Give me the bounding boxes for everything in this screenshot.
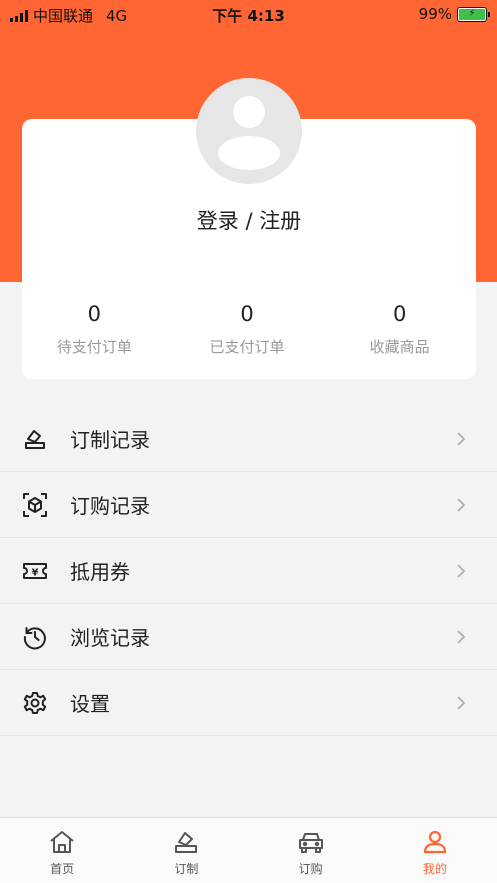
stat-value: 0: [240, 302, 254, 326]
menu-item-browse-history[interactable]: 浏览记录: [0, 604, 497, 670]
chevron-right-icon: [457, 696, 466, 710]
order-stats: 0 待支付订单 0 已支付订单 0 收藏商品: [22, 302, 476, 357]
bottom-tab-bar: 首页 订制 订购 我的: [0, 817, 497, 883]
battery-percent: 99%: [418, 5, 452, 23]
tab-label: 订制: [174, 862, 199, 876]
menu-item-custom-records[interactable]: 订制记录: [0, 406, 497, 472]
stat-pending-orders[interactable]: 0 待支付订单: [18, 302, 171, 357]
menu-item-label: 浏览记录: [70, 626, 150, 650]
menu-item-label: 订制记录: [70, 428, 150, 452]
home-icon: [50, 831, 74, 853]
svg-text:¥: ¥: [32, 567, 39, 578]
chevron-right-icon: [457, 564, 466, 578]
menu-item-coupons[interactable]: ¥ 抵用券: [0, 538, 497, 604]
avatar[interactable]: [196, 78, 302, 184]
person-icon: [423, 830, 446, 854]
tab-purchase[interactable]: 订购: [249, 818, 373, 883]
tab-label: 我的: [422, 862, 447, 876]
stat-favorites[interactable]: 0 收藏商品: [323, 302, 476, 357]
box-icon: [22, 492, 48, 518]
menu-item-label: 设置: [70, 692, 110, 716]
tab-mine[interactable]: 我的: [373, 818, 497, 883]
stat-value: 0: [87, 302, 102, 326]
menu-item-settings[interactable]: 设置: [0, 670, 497, 736]
stat-label: 待支付订单: [56, 338, 132, 356]
menu-item-label: 抵用券: [70, 560, 130, 584]
status-bar: 中国联通 4G 下午 4:13 99% ⚡: [0, 0, 497, 28]
chevron-right-icon: [457, 498, 466, 512]
car-icon: [298, 833, 323, 853]
stat-label: 收藏商品: [369, 338, 430, 356]
customize-icon: [22, 426, 48, 452]
tab-home[interactable]: 首页: [0, 818, 124, 883]
stat-paid-orders[interactable]: 0 已支付订单: [171, 302, 324, 357]
stat-label: 已支付订单: [209, 338, 285, 356]
gear-icon: [22, 690, 48, 716]
coupon-icon: ¥: [22, 558, 48, 584]
menu-item-purchase-records[interactable]: 订购记录: [0, 472, 497, 538]
tab-customize[interactable]: 订制: [124, 818, 248, 883]
tab-label: 订购: [298, 862, 323, 876]
chevron-right-icon: [457, 432, 466, 446]
stat-value: 0: [392, 302, 407, 326]
customize-icon: [175, 832, 198, 853]
tab-label: 首页: [50, 862, 75, 876]
chevron-right-icon: [457, 630, 466, 644]
login-register-link[interactable]: 登录 / 注册: [22, 205, 476, 235]
history-icon: [22, 624, 48, 650]
menu-item-label: 订购记录: [70, 494, 150, 518]
menu-list: 订制记录 订购记录 ¥ 抵用券 浏览记录 设置: [0, 406, 497, 736]
battery-icon: ⚡: [457, 6, 490, 22]
